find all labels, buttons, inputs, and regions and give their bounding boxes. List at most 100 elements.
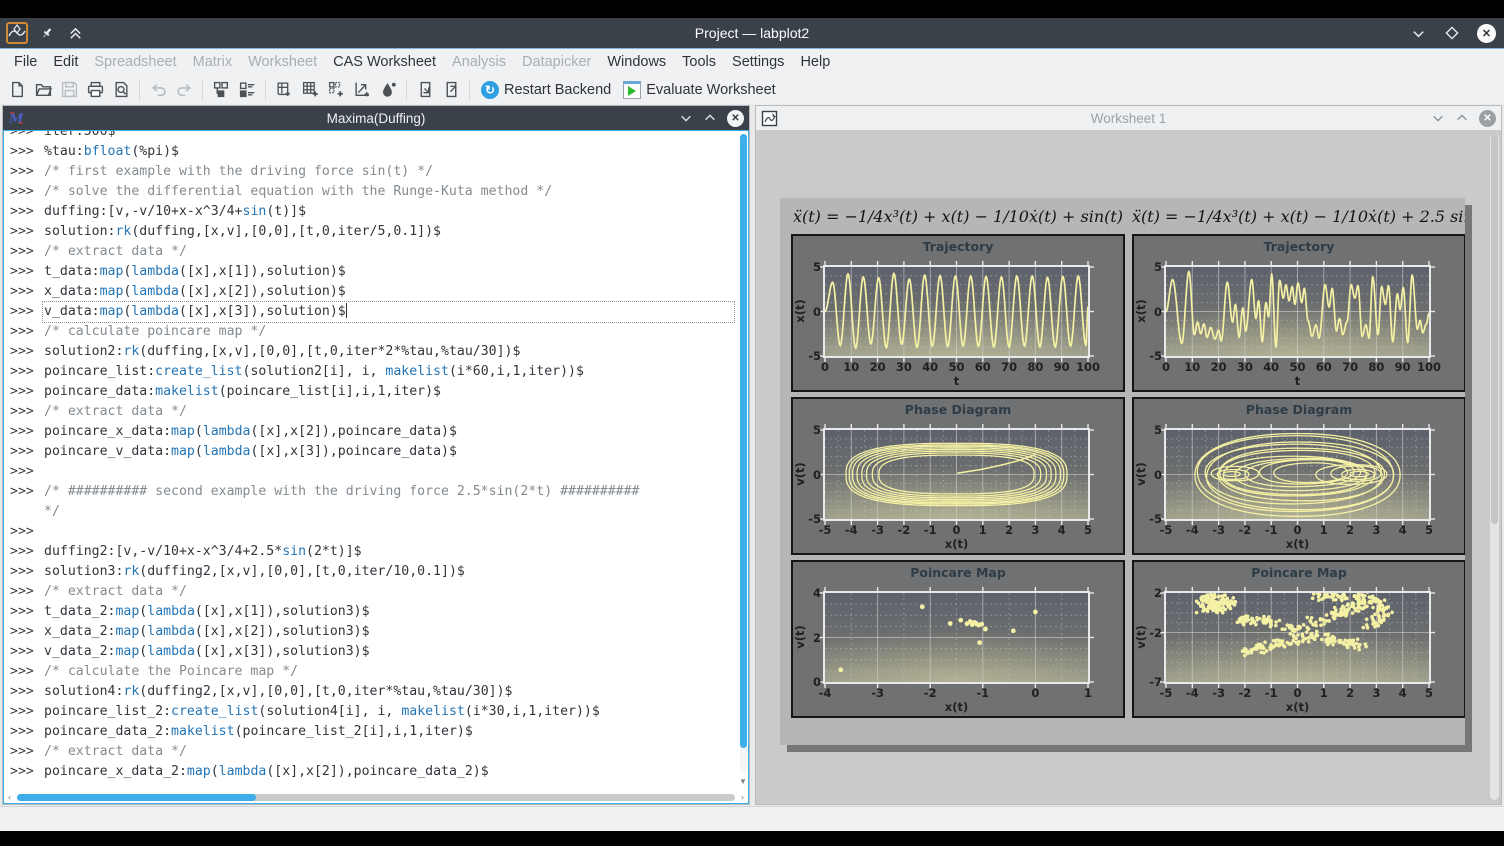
properties-explorer-button[interactable] <box>234 78 260 102</box>
x-tick-label: -3 <box>871 686 884 700</box>
scroll-right-icon[interactable]: › <box>741 793 744 802</box>
project-explorer-button[interactable] <box>208 78 234 102</box>
x-tick-label: -4 <box>1186 686 1199 700</box>
console-line: >>>/* solve the differential equation wi… <box>10 182 734 202</box>
export-button[interactable] <box>438 78 464 102</box>
plot-phase2[interactable]: Phase Diagram-5-4-3-2-101234550-5x(t)v(t… <box>1132 397 1465 555</box>
scroll-down-icon[interactable]: ▼ <box>739 778 747 786</box>
x-tick-label: -3 <box>1212 523 1225 537</box>
console-hscrollbar[interactable] <box>17 794 735 801</box>
x-tick-label: 10 <box>1184 360 1200 374</box>
open-project-button[interactable] <box>30 78 56 102</box>
x-tick-label: 4 <box>1399 523 1407 537</box>
menu-edit[interactable]: Edit <box>45 49 86 75</box>
new-spreadsheet-button[interactable] <box>271 78 297 102</box>
new-plot-button[interactable] <box>349 78 375 102</box>
minimize-button[interactable] <box>1409 24 1427 42</box>
worksheet-close-button[interactable]: ✕ <box>1479 110 1496 127</box>
x-tick-label: 50 <box>1289 360 1305 374</box>
console-title: Maxima(Duffing) <box>3 111 749 126</box>
console-prompt: >>> <box>10 702 37 722</box>
scroll-left-icon[interactable]: ‹ <box>8 793 11 802</box>
evaluate-button[interactable]: Evaluate Worksheet <box>617 78 782 102</box>
print-button[interactable] <box>82 78 108 102</box>
console-prompt: >>> <box>10 202 37 222</box>
x-axis-label: x(t) <box>825 700 1088 714</box>
y-tick-label: 5 <box>1135 260 1162 274</box>
print-preview-button[interactable] <box>108 78 134 102</box>
console-line: >>>v_data_2:map(lambda([x],x[3]),solutio… <box>10 642 734 662</box>
console-vscrollbar[interactable] <box>740 134 747 772</box>
menu-settings[interactable]: Settings <box>724 49 792 75</box>
theme-drop-button[interactable] <box>375 78 401 102</box>
x-tick-label: 0 <box>1293 523 1301 537</box>
console-code: /* ########## second example with the dr… <box>44 482 734 502</box>
menu-help[interactable]: Help <box>792 49 838 75</box>
console-prompt: >>> <box>10 322 37 342</box>
console-prompt: >>> <box>10 422 37 442</box>
new-worksheet-button[interactable] <box>323 78 349 102</box>
menu-tools[interactable]: Tools <box>674 49 724 75</box>
worksheet-subwindow: Worksheet 1 ✕ ẍ(t) = −1/4x³(t) + x(t) − … <box>755 105 1502 805</box>
new-project-button[interactable] <box>4 78 30 102</box>
menu-spreadsheet: Spreadsheet <box>86 49 184 75</box>
console-line: >>>/* calculate poincare map */ <box>10 322 734 342</box>
new-project-icon <box>9 81 26 98</box>
console-prompt: >>> <box>10 522 37 542</box>
console-code: poincare_list:create_list(solution2[i], … <box>44 362 734 382</box>
worksheet-view[interactable]: ẍ(t) = −1/4x³(t) + x(t) − 1/10ẋ(t) + sin… <box>756 130 1501 804</box>
worksheet-minimize-button[interactable] <box>1431 111 1445 125</box>
restart-button[interactable]: ↻ Restart Backend <box>475 78 617 102</box>
maximize-button[interactable] <box>1443 24 1461 42</box>
console-titlebar[interactable]: M Maxima(Duffing) ✕ <box>3 106 749 130</box>
theme-drop-icon <box>380 81 397 98</box>
plot-poincare1[interactable]: Poincare Map-4-3-2-101420x(t)v(t) <box>791 560 1125 718</box>
maxima-console[interactable]: >>>iter:500$>>>%tau:bfloat(%pi)$>>>/* fi… <box>3 130 749 804</box>
plot-poincare2[interactable]: Poincare Map-5-4-3-2-10123452-2-7x(t)v(t… <box>1132 560 1465 718</box>
x-tick-label: 4 <box>1058 523 1066 537</box>
x-tick-label: -2 <box>1239 686 1252 700</box>
menu-windows[interactable]: Windows <box>599 49 674 75</box>
x-tick-label: 40 <box>922 360 938 374</box>
console-prompt: >>> <box>10 542 37 562</box>
console-maximize-button[interactable] <box>703 111 717 125</box>
plot-trajectory2[interactable]: Trajectory010203040506070809010050-5tx(t… <box>1132 234 1465 392</box>
worksheet-vscrollbar[interactable] <box>1490 134 1499 800</box>
x-tick-label: -1 <box>1265 523 1278 537</box>
x-tick-label: 100 <box>1076 360 1100 374</box>
console-vscroll-thumb[interactable] <box>740 134 747 748</box>
console-line: >>>poincare_data:makelist(poincare_list[… <box>10 382 734 402</box>
x-tick-label: 3 <box>1372 523 1380 537</box>
x-tick-label: 5 <box>1425 686 1433 700</box>
worksheet-page[interactable]: ẍ(t) = −1/4x³(t) + x(t) − 1/10ẋ(t) + sin… <box>780 198 1465 745</box>
restart-label: Restart Backend <box>504 82 611 98</box>
worksheet-maximize-button[interactable] <box>1455 111 1469 125</box>
plot-phase1[interactable]: Phase Diagram-5-4-3-2-101234550-5x(t)v(t… <box>791 397 1125 555</box>
plot-trajectory1[interactable]: Trajectory010203040506070809010050-5tx(t… <box>791 234 1125 392</box>
x-tick-label: 3 <box>1372 686 1380 700</box>
console-line: >>>/* calculate the Poincare map */ <box>10 662 734 682</box>
menu-matrix: Matrix <box>185 49 240 75</box>
console-close-button[interactable]: ✕ <box>727 110 744 127</box>
x-tick-label: -2 <box>1239 523 1252 537</box>
close-button[interactable]: ✕ <box>1477 24 1496 43</box>
console-prompt: >>> <box>10 402 37 422</box>
new-matrix-button[interactable] <box>297 78 323 102</box>
print-preview-icon <box>113 81 130 98</box>
console-hscroll-thumb[interactable] <box>17 794 256 801</box>
svg-text:M: M <box>8 112 24 127</box>
menu-file[interactable]: File <box>6 49 45 75</box>
restart-icon: ↻ <box>481 81 499 99</box>
console-line: >>>t_data_2:map(lambda([x],x[1]),solutio… <box>10 602 734 622</box>
console-line: >>>poincare_data_2:makelist(poincare_lis… <box>10 722 734 742</box>
import-button[interactable] <box>412 78 438 102</box>
evaluate-icon <box>623 81 641 99</box>
x-tick-label: 1 <box>1320 686 1328 700</box>
undo-icon <box>150 81 167 98</box>
console-prompt: >>> <box>10 142 37 162</box>
menu-cas-worksheet[interactable]: CAS Worksheet <box>325 49 444 75</box>
worksheet-titlebar[interactable]: Worksheet 1 ✕ <box>756 106 1501 131</box>
worksheet-vscroll-thumb[interactable] <box>1491 134 1498 524</box>
console-minimize-button[interactable] <box>679 111 693 125</box>
x-tick-label: 80 <box>1368 360 1384 374</box>
